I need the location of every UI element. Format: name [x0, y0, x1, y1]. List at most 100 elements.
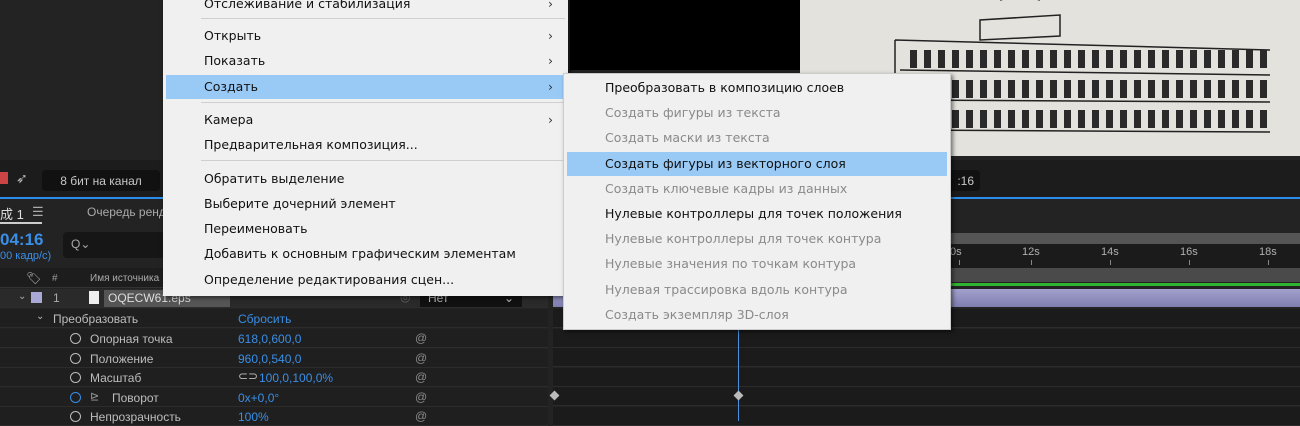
ruler-tick-mark [1110, 260, 1111, 265]
property-row-opacity[interactable] [0, 407, 548, 426]
submenu-item[interactable]: Нулевые значения по точкам контура [567, 252, 947, 276]
ruler-tick-label: 12s [1022, 246, 1040, 258]
submenu-item[interactable]: Создать фигуры из векторного слоя [567, 151, 947, 176]
composition-viewer [570, 0, 800, 70]
context-menu: Отслеживание и стабилизация › Открыть › Пока… [163, 0, 568, 296]
layer-search-input[interactable]: Q⌄ [63, 232, 167, 258]
menu-separator [201, 160, 565, 161]
menu-item[interactable]: Обратить выделение [166, 167, 565, 191]
submenu-item[interactable]: Создать ключевые кадры из данных [567, 177, 947, 201]
layer-label-color[interactable] [31, 292, 42, 303]
ruler-tick-label: 0s [950, 246, 962, 258]
timeline-track[interactable] [553, 328, 1300, 348]
property-value[interactable]: 960,0,540,0 [238, 352, 301, 366]
ruler-tick-mark [1031, 260, 1032, 265]
ruler-tick-mark [959, 260, 960, 265]
property-value[interactable]: 0x+0,0° [238, 391, 279, 405]
menu-item-label: Определение редактирования сцен... [204, 272, 455, 287]
timeline-track[interactable] [553, 406, 1300, 426]
reset-link[interactable]: Сбросить [238, 312, 291, 326]
menu-item[interactable]: Определение редактирования сцен... [166, 268, 565, 292]
property-label: Поворот [112, 390, 159, 405]
stopwatch-icon[interactable] [70, 372, 81, 383]
ruler-tick-label: 18s [1259, 246, 1277, 258]
property-label: Масштаб [90, 371, 142, 385]
menu-item-label: Обратить выделение [204, 171, 345, 186]
submenu-item[interactable]: Создать экземпляр 3D-слоя [567, 303, 947, 327]
expand-chevron-icon[interactable]: ⌄ [18, 291, 26, 302]
menu-item-label: Добавить к основным графическим элемента… [204, 246, 516, 261]
transform-label: Преобразовать [53, 312, 139, 326]
tab-composition[interactable]: 成 1 [0, 204, 24, 223]
label-tag-icon[interactable]: 🏷 [26, 271, 41, 285]
stopwatch-icon[interactable] [70, 391, 81, 403]
menu-item[interactable]: Отслеживание и стабилизация › [166, 0, 565, 16]
menu-item[interactable]: Выберите дочерний элемент [166, 192, 565, 216]
submenu-item[interactable]: Создать фигуры из текста [567, 101, 947, 125]
tab-menu-icon[interactable]: ☰ [32, 204, 44, 220]
submenu-arrow-icon: › [548, 79, 553, 94]
submenu-arrow-icon: › [548, 112, 553, 127]
menu-item-label: Предварительная композиция... [204, 137, 418, 152]
submenu-item[interactable]: Нулевые контроллеры для точек контура [567, 227, 947, 251]
property-label: Непрозрачность [90, 410, 181, 424]
menu-item[interactable]: Предварительная композиция... [166, 133, 565, 157]
property-value[interactable]: 100,0,100,0% [259, 371, 333, 385]
menu-item-label: Выберите дочерний элемент [204, 196, 396, 211]
submenu-item[interactable]: Создать маски из текста [567, 126, 947, 150]
property-value[interactable]: 100% [238, 410, 269, 424]
frame-rate: 00 кадр/с) [0, 250, 52, 262]
menu-item[interactable]: Открыть › [166, 24, 565, 48]
submenu-item[interactable]: Преобразовать в композицию слоев [567, 76, 947, 100]
property-label: Положение [90, 351, 154, 366]
expression-pickwhip-icon[interactable]: @ [415, 390, 427, 404]
ruler-tick-label: 16s [1180, 246, 1198, 258]
menu-item-label: Камера [204, 112, 254, 127]
menu-item[interactable]: Добавить к основным графическим элемента… [166, 242, 565, 266]
menu-separator [201, 102, 565, 103]
ruler-tick-mark [1189, 260, 1190, 265]
menu-item[interactable]: Переименовать [166, 217, 565, 241]
expression-pickwhip-icon[interactable]: @ [415, 370, 427, 384]
timeline-track[interactable] [553, 387, 1300, 406]
column-number[interactable]: # [52, 273, 58, 284]
layer-number: 1 [53, 291, 60, 305]
tab-underline [0, 222, 42, 224]
timeline-track[interactable] [553, 367, 1300, 387]
menu-item-label: Создать [204, 79, 258, 94]
menu-item-label: Открыть [204, 28, 262, 43]
expand-chevron-icon[interactable]: ⌄ [36, 311, 44, 322]
menu-item[interactable]: Показать › [166, 49, 565, 73]
menu-separator [201, 18, 565, 19]
bit-depth-button[interactable]: 8 бит на канал [42, 170, 160, 191]
stopwatch-icon[interactable] [70, 411, 81, 422]
ruler-tick-label: 14s [1101, 246, 1119, 258]
snapshot-icon[interactable] [0, 172, 8, 184]
constrain-link-icon[interactable]: ⊂⊃ [238, 369, 258, 383]
stopwatch-icon[interactable] [70, 352, 81, 364]
submenu-item[interactable]: Нулевая трассировка вдоль контура [567, 278, 947, 302]
tab-render-queue[interactable]: Очередь ренд [87, 205, 166, 219]
submenu-item[interactable]: Нулевые контроллеры для точек положения [567, 202, 947, 226]
timeline-track[interactable] [553, 348, 1300, 367]
property-label: Опорная точка [90, 332, 173, 346]
menu-item-label: Переименовать [204, 221, 308, 236]
menu-item[interactable]: Камера › [166, 108, 565, 132]
stopwatch-icon[interactable] [70, 333, 81, 344]
submenu-arrow-icon: › [548, 0, 553, 11]
create-submenu: Преобразовать в композицию слоев Создать … [563, 73, 951, 330]
submenu-arrow-icon: › [548, 28, 553, 43]
file-icon [89, 291, 99, 304]
menu-item-label: Показать [204, 53, 266, 68]
expression-pickwhip-icon[interactable]: @ [415, 331, 427, 345]
rocket-icon[interactable]: ➶ [16, 170, 28, 187]
current-time[interactable]: 04:16 [0, 230, 43, 250]
column-source-name[interactable]: Имя источника [90, 273, 159, 284]
menu-item-label: Отслеживание и стабилизация [204, 0, 411, 11]
property-value[interactable]: 618,0,600,0 [238, 332, 301, 346]
expression-pickwhip-icon[interactable]: @ [415, 351, 427, 365]
menu-item[interactable]: Создать › [166, 75, 565, 99]
submenu-arrow-icon: › [548, 53, 553, 68]
graph-icon[interactable]: ⊵ [90, 390, 99, 403]
ruler-tick-mark [1268, 260, 1269, 265]
